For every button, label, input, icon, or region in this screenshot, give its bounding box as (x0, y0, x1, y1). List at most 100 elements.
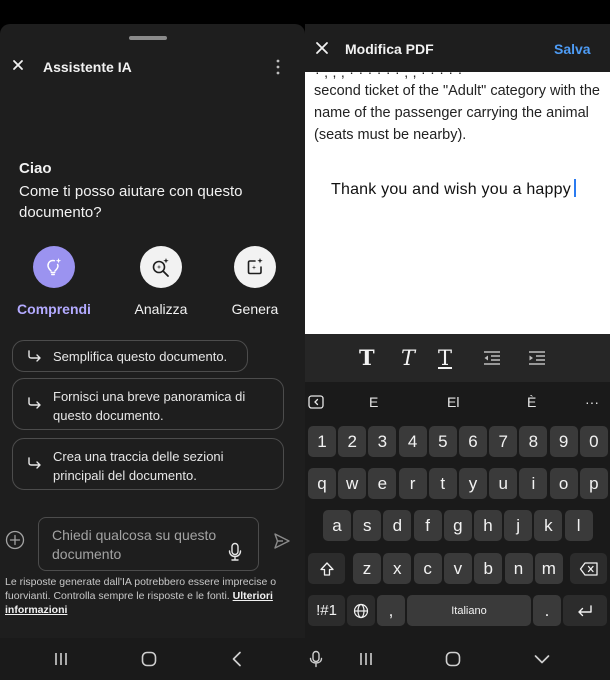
letter-key[interactable]: j (504, 510, 533, 541)
number-key[interactable]: 3 (368, 426, 397, 457)
microphone-icon[interactable] (227, 542, 243, 562)
enter-icon (578, 604, 592, 616)
suggestion-chip[interactable]: Semplifica questo documento. (12, 340, 248, 372)
letter-key[interactable]: d (383, 510, 412, 541)
recent-apps-icon[interactable] (357, 650, 375, 668)
hide-keyboard-icon[interactable] (533, 650, 551, 668)
letter-key[interactable]: a (323, 510, 351, 541)
letter-key[interactable]: t (428, 468, 457, 499)
letter-key[interactable]: p (579, 468, 608, 499)
indent-icon[interactable] (527, 346, 547, 370)
mode-analizza-circle (140, 246, 182, 288)
number-key[interactable]: 0 (579, 426, 608, 457)
drag-handle[interactable] (129, 36, 167, 40)
space-key[interactable]: Italiano (407, 595, 531, 626)
edited-text: Thank you and wish you a happy (331, 181, 571, 198)
back-icon[interactable] (228, 650, 246, 668)
suggestion-text: Crea una traccia delle sezioni principal… (53, 449, 224, 483)
number-key[interactable]: 1 (308, 426, 336, 457)
system-nav-bar (305, 638, 610, 680)
suggestion-text: Semplifica questo documento. (53, 349, 228, 364)
more-suggestions-button[interactable]: ··· (585, 394, 599, 410)
greeting: Ciao (19, 160, 52, 177)
letter-key[interactable]: b (474, 553, 503, 584)
letter-key[interactable]: q (308, 468, 336, 499)
more-options-icon[interactable] (268, 57, 288, 77)
text-format-toolbar: T T T (305, 334, 610, 382)
letter-key[interactable]: r (398, 468, 427, 499)
letter-key[interactable]: n (504, 553, 533, 584)
recent-apps-icon[interactable] (52, 650, 70, 668)
ai-assistant-title: Assistente IA (43, 59, 132, 75)
keyboard-toolbar-toggle-icon[interactable] (308, 394, 324, 410)
globe-icon (353, 603, 369, 618)
pdf-page[interactable]: · , , , · · · · · · , , · · · · · second… (305, 72, 610, 334)
backspace-icon (579, 561, 598, 576)
letter-key[interactable]: x (383, 553, 412, 584)
letter-key[interactable]: o (549, 468, 578, 499)
number-key[interactable]: 9 (549, 426, 578, 457)
close-icon[interactable] (10, 57, 26, 73)
period-key[interactable]: . (533, 595, 561, 626)
italic-button[interactable]: T (401, 346, 415, 370)
symbols-key[interactable]: !#1 (308, 595, 345, 626)
mode-comprendi-button[interactable]: Comprendi (9, 246, 99, 317)
ask-input[interactable]: Chiedi qualcosa su questo documento (38, 517, 259, 571)
number-key[interactable]: 8 (519, 426, 548, 457)
letter-key[interactable]: k (534, 510, 563, 541)
shift-key[interactable] (308, 553, 345, 584)
comma-key[interactable]: , (377, 595, 405, 626)
shift-icon (319, 561, 334, 576)
word-suggestion[interactable]: El (447, 394, 459, 410)
letter-key[interactable]: f (413, 510, 442, 541)
number-key[interactable]: 2 (338, 426, 367, 457)
letter-key[interactable]: u (489, 468, 518, 499)
cut-off-text-line: · , , , · · · · · · , , · · · · · (315, 72, 463, 80)
number-key[interactable]: 5 (428, 426, 457, 457)
home-icon[interactable] (140, 650, 158, 668)
mode-comprendi-label: Comprendi (17, 301, 91, 317)
word-suggestion[interactable]: E (369, 394, 378, 410)
letter-key[interactable]: s (353, 510, 382, 541)
letter-key[interactable]: h (474, 510, 502, 541)
suggestion-chip[interactable]: Fornisci una breve panoramica di questo … (12, 378, 284, 430)
mode-genera-button[interactable]: Genera (210, 246, 300, 317)
letter-key[interactable]: w (338, 468, 367, 499)
letter-key[interactable]: c (413, 553, 442, 584)
ai-assistant-screen: Assistente IA Ciao Come ti posso aiutare… (0, 0, 305, 680)
number-key[interactable]: 7 (489, 426, 518, 457)
edited-text-line[interactable]: Thank you and wish you a happy (331, 179, 576, 199)
number-key[interactable]: 6 (459, 426, 487, 457)
text-cursor (573, 179, 576, 197)
add-attachment-icon[interactable] (5, 530, 25, 550)
return-arrow-icon (28, 397, 41, 409)
mode-analizza-button[interactable]: Analizza (116, 246, 206, 317)
letter-key[interactable]: y (459, 468, 487, 499)
voice-input-icon[interactable] (307, 650, 325, 668)
letter-key[interactable]: i (519, 468, 548, 499)
backspace-key[interactable] (570, 553, 607, 584)
letter-key[interactable]: e (368, 468, 397, 499)
bold-button[interactable]: T (359, 346, 375, 370)
underline-button[interactable]: T (438, 346, 452, 370)
suggestion-chip[interactable]: Crea una traccia delle sezioni principal… (12, 438, 284, 490)
close-icon[interactable] (315, 41, 329, 55)
editor-header: Modifica PDF Salva (305, 24, 610, 72)
mode-analizza-label: Analizza (134, 301, 188, 317)
word-suggestion[interactable]: È (527, 394, 536, 410)
document-paragraph[interactable]: second ticket of the "Adult" category wi… (314, 80, 604, 146)
save-button[interactable]: Salva (554, 41, 591, 57)
enter-key[interactable] (563, 595, 607, 626)
letter-key[interactable]: g (443, 510, 472, 541)
home-icon[interactable] (444, 650, 462, 668)
letter-key[interactable]: z (353, 553, 381, 584)
send-icon[interactable] (273, 532, 291, 550)
mode-genera-circle (234, 246, 276, 288)
number-key[interactable]: 4 (398, 426, 427, 457)
outdent-icon[interactable] (482, 346, 502, 370)
letter-key[interactable]: l (564, 510, 593, 541)
letter-key[interactable]: m (534, 553, 563, 584)
language-key[interactable] (347, 595, 375, 626)
compose-sparkle-icon (247, 258, 263, 275)
letter-key[interactable]: v (443, 553, 472, 584)
